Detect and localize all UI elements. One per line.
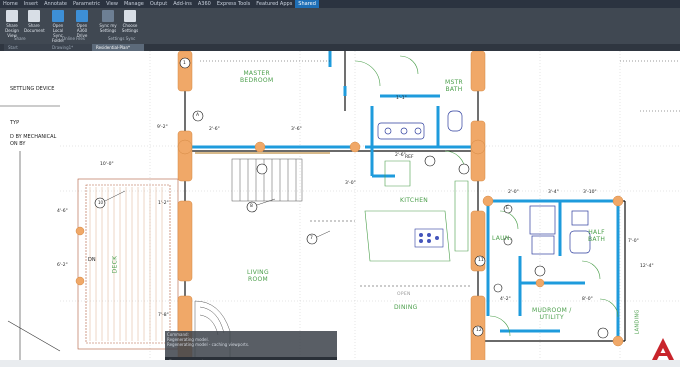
- floor-plan[interactable]: [0, 51, 680, 367]
- ribbon-button-icon: [6, 10, 18, 22]
- ribbon-tab-featured-apps[interactable]: Featured Apps: [253, 0, 295, 8]
- range-icon: [419, 233, 439, 243]
- dim-12: 3'-4": [548, 190, 559, 195]
- side-note-3: D BY MECHANICAL: [10, 134, 57, 140]
- tag-a: A: [196, 113, 200, 118]
- side-note-1: SETTLING DEVICE: [10, 86, 55, 92]
- room-label-living-room: LIVING ROOM: [247, 269, 269, 283]
- ribbon-button-share-design-view[interactable]: Share Design View: [2, 10, 22, 38]
- command-history: Command: Regenerating model. Regeneratin…: [165, 331, 337, 357]
- dim-3: 3'-6": [291, 127, 302, 132]
- document-tab[interactable]: Start: [4, 44, 48, 51]
- ribbon-panel-label: Settings Sync: [108, 36, 136, 41]
- dim-2: 2'-6": [209, 127, 220, 132]
- tag-e: E: [506, 206, 509, 211]
- callout-tags: [94, 57, 609, 339]
- status-bar: [0, 360, 680, 367]
- ribbon-panel-label: Share: [14, 36, 26, 41]
- dim-1: 10'-0": [100, 162, 114, 167]
- command-line-3: Regenerating model - caching viewports.: [167, 342, 250, 347]
- drawing-canvas[interactable]: SETTLING DEVICE TYP D BY MECHANICAL ON B…: [0, 51, 680, 367]
- room-label-dining: DINING: [394, 304, 418, 311]
- ribbon-button-label: Sync my Settings: [99, 23, 117, 33]
- ribbon-button-label: Choose Settings: [121, 23, 139, 33]
- ribbon-tab-add-ins[interactable]: Add-ins: [170, 0, 195, 8]
- room-label-half-bath: HALF BATH: [588, 229, 606, 243]
- ribbon-panel-label: Online Files: [62, 36, 85, 41]
- dim-16: 8'-0": [582, 297, 593, 302]
- room-label-deck: DECK: [111, 255, 119, 274]
- ribbon-button-icon: [102, 10, 114, 22]
- ribbon-tab-home[interactable]: Home: [0, 0, 21, 8]
- ribbon-button-label: Share Document: [24, 23, 45, 33]
- ribbon-button-icon: [124, 10, 136, 22]
- ribbon-panel: Share Design View Share Document Open Loca…: [0, 8, 680, 45]
- dim-13: 3'-10": [583, 190, 597, 195]
- dim-11: 2'-0": [508, 190, 519, 195]
- dim-4: 4'-6": [57, 209, 68, 214]
- document-tab[interactable]: Residential-Plan*: [92, 44, 144, 51]
- side-note-4: ON BY: [10, 141, 26, 147]
- ribbon-button-open-a360-drive[interactable]: Open A360 Drive: [72, 10, 92, 38]
- open-label: OPEN: [397, 292, 411, 297]
- room-label-landing: LANDING: [634, 309, 641, 335]
- dim-6: 9'-2": [157, 125, 168, 130]
- ribbon-tab-insert[interactable]: Insert: [21, 0, 41, 8]
- room-label-mudroom: MUDROOM / UTILITY: [532, 307, 572, 321]
- grid-lines: [60, 51, 680, 367]
- ribbon-tab-parametric[interactable]: Parametric: [70, 0, 103, 8]
- dn-label: DN: [88, 257, 96, 263]
- ribbon-tab-view[interactable]: View: [103, 0, 121, 8]
- dim-17: 4'-2": [500, 297, 511, 302]
- dim-14: 7'-0": [628, 239, 639, 244]
- tag-11: 11: [478, 258, 484, 263]
- autocad-logo-icon: [652, 338, 674, 360]
- ref-label: REF: [405, 155, 414, 160]
- document-tab[interactable]: Drawing1*: [48, 44, 96, 51]
- tag-12: 12: [476, 328, 482, 333]
- dim-9: 1'-1": [396, 96, 407, 101]
- ribbon-tab-a360[interactable]: A360: [195, 0, 214, 8]
- side-note-2: TYP: [10, 120, 20, 126]
- ribbon-button-sync-my-settings[interactable]: Sync my Settings: [98, 10, 118, 33]
- ribbon-tab-shared[interactable]: Shared: [295, 0, 319, 8]
- ribbon-button-icon: [52, 10, 64, 22]
- dim-15: 12'-4": [640, 264, 654, 269]
- ribbon-tab-bar: Home Insert Annotate Parametric View Manage Ou…: [0, 0, 680, 8]
- document-tab-bar: Start Drawing1* Residential-Plan*: [0, 44, 680, 51]
- dim-10: 3'-0": [345, 181, 356, 186]
- dim-5: 6'-2": [57, 263, 68, 268]
- tag-1: 1: [183, 61, 186, 66]
- tag-10: 10: [98, 200, 104, 205]
- ribbon-button-icon: [28, 10, 40, 22]
- ribbon-button-icon: [76, 10, 88, 22]
- ribbon-tab-manage[interactable]: Manage: [121, 0, 147, 8]
- dim-7: 7'-8": [158, 313, 169, 318]
- ribbon-tab-express-tools[interactable]: Express Tools: [214, 0, 253, 8]
- room-label-master-bath: MSTR BATH: [445, 79, 464, 93]
- room-label-master-bedroom: MASTER BEDROOM: [240, 70, 274, 84]
- room-label-kitchen: KITCHEN: [400, 197, 429, 204]
- room-label-laundry: LAUN.: [492, 235, 512, 242]
- dim-8: 1'-2": [158, 201, 169, 206]
- ribbon-tab-annotate[interactable]: Annotate: [41, 0, 70, 8]
- ribbon-button-choose-settings[interactable]: Choose Settings: [120, 10, 140, 33]
- tag-8: 8: [250, 204, 253, 209]
- tag-7: 7: [310, 236, 313, 241]
- selected-walls: [190, 51, 620, 341]
- ribbon-tab-output[interactable]: Output: [147, 0, 170, 8]
- ribbon-button-share-document[interactable]: Share Document: [24, 10, 45, 33]
